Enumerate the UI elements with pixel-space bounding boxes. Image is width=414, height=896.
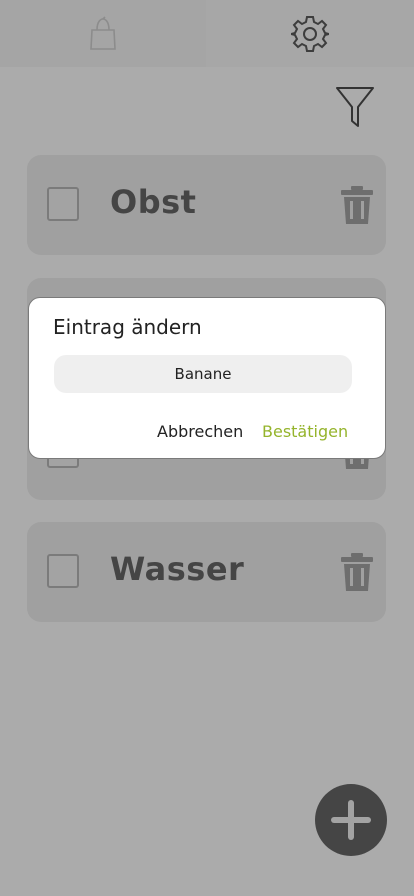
cancel-button[interactable]: Abbrechen [157,422,243,441]
trash-icon[interactable] [341,553,373,591]
dialog-title: Eintrag ändern [53,315,202,339]
trash-icon[interactable] [341,186,373,224]
item-label: Obst [110,183,197,221]
top-navigation [0,0,414,67]
item-label: Wasser [110,550,245,588]
list-item[interactable]: Wasser [27,522,386,622]
filter-funnel-icon[interactable] [336,86,374,128]
shopping-bag-icon [90,15,116,50]
confirm-button[interactable]: Bestätigen [262,422,348,441]
tab-shopping-list[interactable] [0,0,206,67]
tab-settings[interactable] [206,0,414,67]
list-item[interactable]: Obst [27,155,386,255]
item-checkbox[interactable] [47,554,79,588]
add-item-button[interactable] [315,784,387,856]
plus-icon [331,800,371,840]
item-checkbox[interactable] [47,187,79,221]
gear-icon [291,15,329,52]
entry-name-input[interactable] [54,355,352,393]
edit-entry-dialog: Eintrag ändern Abbrechen Bestätigen [28,297,386,459]
